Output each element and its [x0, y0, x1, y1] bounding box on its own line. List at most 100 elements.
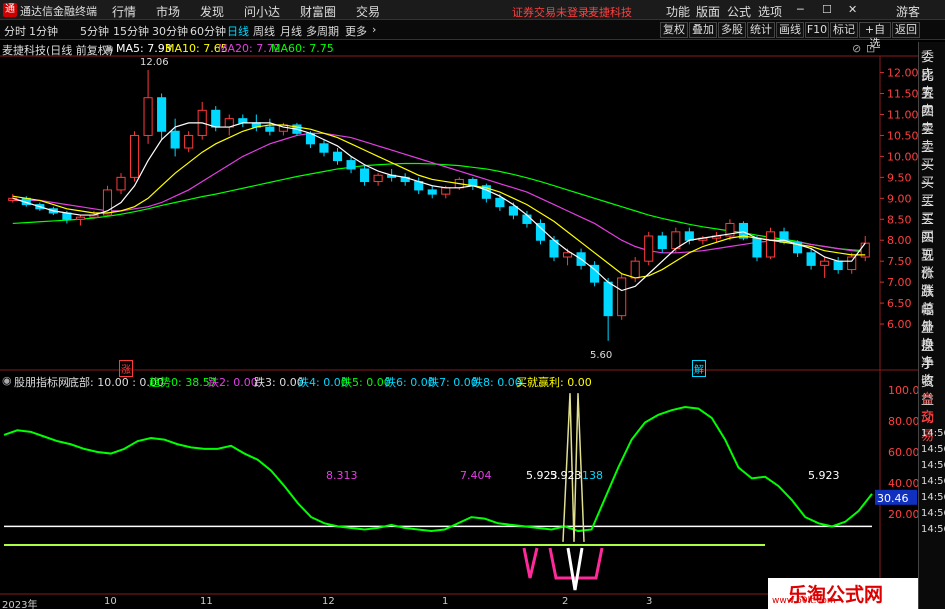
- candle-body: [89, 214, 99, 218]
- candle-body: [657, 235, 667, 250]
- price-tick-label: 9.50: [887, 171, 912, 184]
- indicator-buy-profit: 买就赢利: 0.00: [516, 376, 592, 389]
- multistock-button[interactable]: 多股: [718, 22, 746, 38]
- price-chart[interactable]: 12.00 11.50 11.00 10.50 10.00 9.50 9.00 8.50 8.0…: [0, 0, 945, 609]
- candle-body: [630, 260, 640, 279]
- signal-magenta-right: [548, 547, 604, 580]
- add-watchlist-button[interactable]: +自选: [859, 22, 891, 50]
- guest-label[interactable]: 游客: [896, 3, 920, 20]
- side-time: 14:56: [921, 460, 945, 471]
- price-tick-label: 9.00: [887, 192, 912, 205]
- candle-body: [684, 231, 694, 241]
- candle-body: [806, 252, 816, 266]
- ma60-path: [12, 162, 866, 252]
- period-daily[interactable]: 日线: [227, 23, 249, 39]
- period-30min[interactable]: 30分钟: [152, 23, 188, 39]
- indicator-value-label: 8.313: [326, 469, 358, 482]
- indicator-chart: 100.0 80.00 60.00 40.00 20.00 8.313 7.404 5.923…: [3, 384, 920, 591]
- time-tick-label: 11: [200, 596, 213, 607]
- stats-button[interactable]: 统计: [747, 22, 775, 38]
- side-time: 14:56: [921, 476, 945, 487]
- candle-body: [698, 237, 708, 241]
- candle-body: [833, 260, 843, 271]
- time-tick-label: 12: [322, 596, 335, 607]
- ma20-path: [12, 132, 866, 254]
- candle-body: [590, 264, 600, 283]
- indicator-die8: 跌8: 0.00: [472, 376, 522, 389]
- minimize-icon[interactable]: ─: [797, 3, 804, 16]
- period-60min[interactable]: 60分钟: [190, 23, 226, 39]
- collapse-icon[interactable]: ⊘: [852, 42, 861, 55]
- chevron-right-icon[interactable]: ›: [372, 23, 376, 36]
- close-icon[interactable]: ✕: [848, 3, 857, 16]
- time-tick-label: 1: [442, 596, 449, 607]
- settings-dot-icon[interactable]: ◉: [104, 42, 114, 55]
- draw-button[interactable]: 画线: [776, 22, 804, 38]
- side-panel: 委比 卖五 卖四 卖三 卖二 卖一 买一 买二 买三 买四 买五 现价 涨跌 涨幅 总量 外盘 换手 净资 收益 自动…: [918, 42, 945, 609]
- indicator-value-label: 5.923: [808, 469, 840, 482]
- candle-body: [820, 260, 830, 266]
- period-weekly[interactable]: 周线: [253, 23, 275, 39]
- ma5-line: [12, 122, 866, 292]
- chart-info-bar: 麦捷科技(日线 前复权) ◉ MA5: 7.93 MA10: 7.65 MA20…: [0, 40, 880, 57]
- candle-body: [360, 168, 370, 183]
- f10-button[interactable]: F10: [805, 22, 829, 38]
- period-more[interactable]: 更多: [345, 23, 367, 39]
- price-tick-label: 7.00: [887, 276, 912, 289]
- period-1min[interactable]: 1分钟: [29, 23, 58, 39]
- menu-formula[interactable]: 公式: [727, 3, 751, 20]
- login-alert[interactable]: 证券交易未登录: [512, 4, 589, 20]
- back-button[interactable]: 返回: [892, 22, 920, 38]
- menu-function[interactable]: 功能: [666, 3, 690, 20]
- menu-ask[interactable]: 问小达: [244, 3, 280, 20]
- candle-body: [427, 189, 437, 195]
- indicator-value-label: 7.404: [460, 469, 492, 482]
- candle-body: [495, 197, 505, 208]
- adjust-button[interactable]: 复权: [660, 22, 688, 38]
- expand-icon[interactable]: ⊡: [866, 42, 875, 55]
- candle-body: [414, 181, 424, 191]
- menu-wealth[interactable]: 财富圈: [300, 3, 336, 20]
- price-axis: 12.00 11.50 11.00 10.50 10.00 9.50 9.00 8.50 8.0…: [880, 67, 919, 331]
- period-tick[interactable]: 分时: [4, 23, 26, 39]
- menu-trade[interactable]: 交易: [356, 3, 380, 20]
- candle-body: [265, 126, 275, 132]
- time-tick-label: 10: [104, 596, 117, 607]
- indicator-value-label: 5.923: [550, 469, 582, 482]
- candle-body: [847, 256, 857, 271]
- candle-body: [21, 197, 31, 206]
- period-multi[interactable]: 多周期: [306, 23, 339, 39]
- overlay-button[interactable]: 叠加: [689, 22, 717, 38]
- indicator-axis-label: 40.00: [888, 477, 920, 490]
- period-5min[interactable]: 5分钟: [80, 23, 109, 39]
- maximize-icon[interactable]: ☐: [822, 3, 832, 16]
- stock-name-top: 麦捷科技: [588, 6, 632, 19]
- menu-options[interactable]: 选项: [758, 3, 782, 20]
- indicator-dot-icon[interactable]: ◉: [2, 374, 12, 387]
- candle-body: [319, 143, 329, 153]
- current-value-label: 30.46: [877, 492, 909, 505]
- trend-line: [3, 406, 873, 533]
- menu-quotes[interactable]: 行情: [112, 3, 136, 20]
- menu-layout[interactable]: 版面: [696, 3, 720, 20]
- period-monthly[interactable]: 月线: [280, 23, 302, 39]
- indicator-die3: 跌3: 0.00: [254, 376, 304, 389]
- trading-terminal: 通 通达信金融终端 行情 市场 发现 问小达 财富圈 交易 证券交易未登录 麦捷…: [0, 0, 945, 609]
- candle-body: [346, 160, 356, 170]
- signal-spikes: [562, 393, 585, 542]
- menu-discover[interactable]: 发现: [200, 3, 224, 20]
- candle-body: [860, 242, 870, 258]
- candle-body: [468, 178, 478, 187]
- period-15min[interactable]: 15分钟: [113, 23, 149, 39]
- side-time: 14:56: [921, 492, 945, 503]
- side-time: 14:56: [921, 524, 945, 535]
- candle-body: [576, 252, 586, 266]
- candle-body: [522, 214, 532, 224]
- mark-button[interactable]: 标记: [830, 22, 858, 38]
- menu-market[interactable]: 市场: [156, 3, 180, 20]
- indicator-name: 股朋指标网: [14, 376, 69, 389]
- ma10-path: [12, 124, 866, 279]
- period-toolbar: 分时 1分钟 5分钟 15分钟 30分钟 60分钟 日线 周线 月线 多周期 更…: [0, 20, 945, 50]
- signal-magenta-left: [522, 547, 539, 579]
- candle-body: [603, 281, 613, 317]
